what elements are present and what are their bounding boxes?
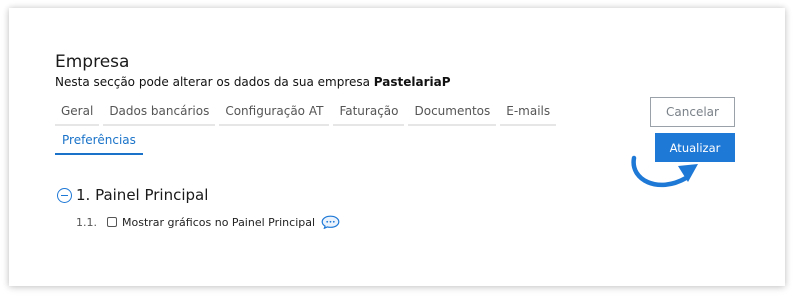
subtitle-text: Nesta secção pode alterar os dados da su…: [55, 75, 374, 89]
tab-dados-bancarios[interactable]: Dados bancários: [103, 101, 216, 126]
tab-configuracao-at[interactable]: Configuração AT: [219, 101, 330, 126]
section-title: 1. Painel Principal: [76, 186, 209, 204]
cancel-button[interactable]: Cancelar: [650, 97, 735, 127]
option-row: 1.1. Mostrar gráficos no Painel Principa…: [76, 215, 340, 229]
section-header: 1. Painel Principal: [57, 186, 208, 204]
option-label: Mostrar gráficos no Painel Principal: [122, 215, 316, 229]
tab-faturacao[interactable]: Faturação: [333, 101, 405, 126]
page-title: Empresa: [55, 52, 130, 72]
page-subtitle: Nesta secção pode alterar os dados da su…: [55, 75, 451, 89]
curved-arrow-icon: [631, 155, 698, 188]
option-number: 1.1.: [76, 215, 97, 229]
tab-preferencias[interactable]: Preferências: [55, 130, 143, 155]
tab-geral[interactable]: Geral: [55, 101, 100, 126]
collapse-circle-icon[interactable]: [57, 187, 72, 203]
tab-emails[interactable]: E-mails: [500, 101, 557, 126]
tabs-bar: Geral Dados bancários Configuração AT Fa…: [55, 101, 557, 126]
tabs-bar-row2: Preferências: [55, 130, 143, 155]
comment-bubble-icon[interactable]: [321, 215, 340, 229]
company-name: PastelariaP: [373, 75, 451, 89]
tab-documentos[interactable]: Documentos: [408, 101, 497, 126]
show-charts-checkbox[interactable]: [107, 217, 117, 227]
